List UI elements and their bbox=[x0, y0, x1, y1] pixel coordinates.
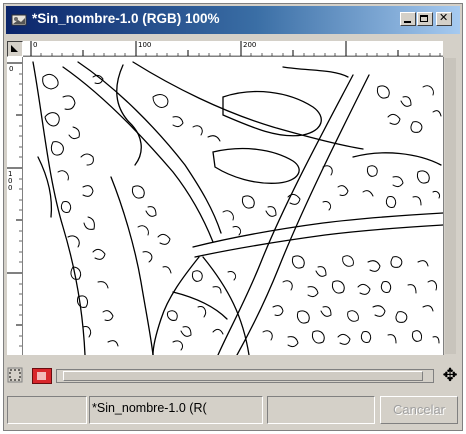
close-button[interactable] bbox=[436, 11, 452, 26]
vertical-scrollbar[interactable] bbox=[443, 57, 456, 355]
image-canvas[interactable] bbox=[23, 57, 443, 355]
horizontal-scrollbar[interactable] bbox=[56, 369, 434, 383]
horizontal-scroll-thumb[interactable] bbox=[63, 371, 423, 381]
vertical-ruler[interactable]: 0 100 bbox=[7, 57, 23, 355]
quick-mask-icon[interactable] bbox=[7, 367, 23, 383]
edge-detected-image bbox=[23, 57, 443, 355]
maximize-button[interactable] bbox=[417, 12, 433, 26]
ruler-corner-menu-button[interactable] bbox=[7, 41, 23, 57]
horizontal-ruler[interactable]: 0 100 200 bbox=[23, 41, 443, 57]
vruler-label-100: 100 bbox=[8, 170, 13, 192]
status-image-name: *Sin_nombre-1.0 (R( bbox=[89, 396, 263, 424]
status-message-field bbox=[267, 396, 375, 424]
move-arrows-icon[interactable]: ✥ bbox=[441, 367, 459, 385]
vertical-ruler-ticks bbox=[7, 62, 22, 347]
vertical-scroll-thumb[interactable] bbox=[445, 58, 456, 354]
ruler-label-100: 100 bbox=[138, 41, 152, 49]
window-title: *Sin_nombre-1.0 (RGB) 100% bbox=[32, 11, 220, 26]
gimp-image-icon bbox=[11, 14, 27, 26]
ruler-label-0: 0 bbox=[33, 41, 38, 49]
pointer-coordinates-field bbox=[7, 396, 87, 424]
cancel-button[interactable]: Cancelar bbox=[380, 396, 458, 424]
vruler-label-0: 0 bbox=[9, 65, 14, 73]
navigate-icon[interactable] bbox=[32, 368, 52, 384]
horizontal-ruler-ticks bbox=[23, 41, 443, 56]
title-bar[interactable]: *Sin_nombre-1.0 (RGB) 100% bbox=[6, 6, 460, 34]
minimize-button[interactable] bbox=[400, 12, 416, 26]
ruler-label-200: 200 bbox=[243, 41, 257, 49]
